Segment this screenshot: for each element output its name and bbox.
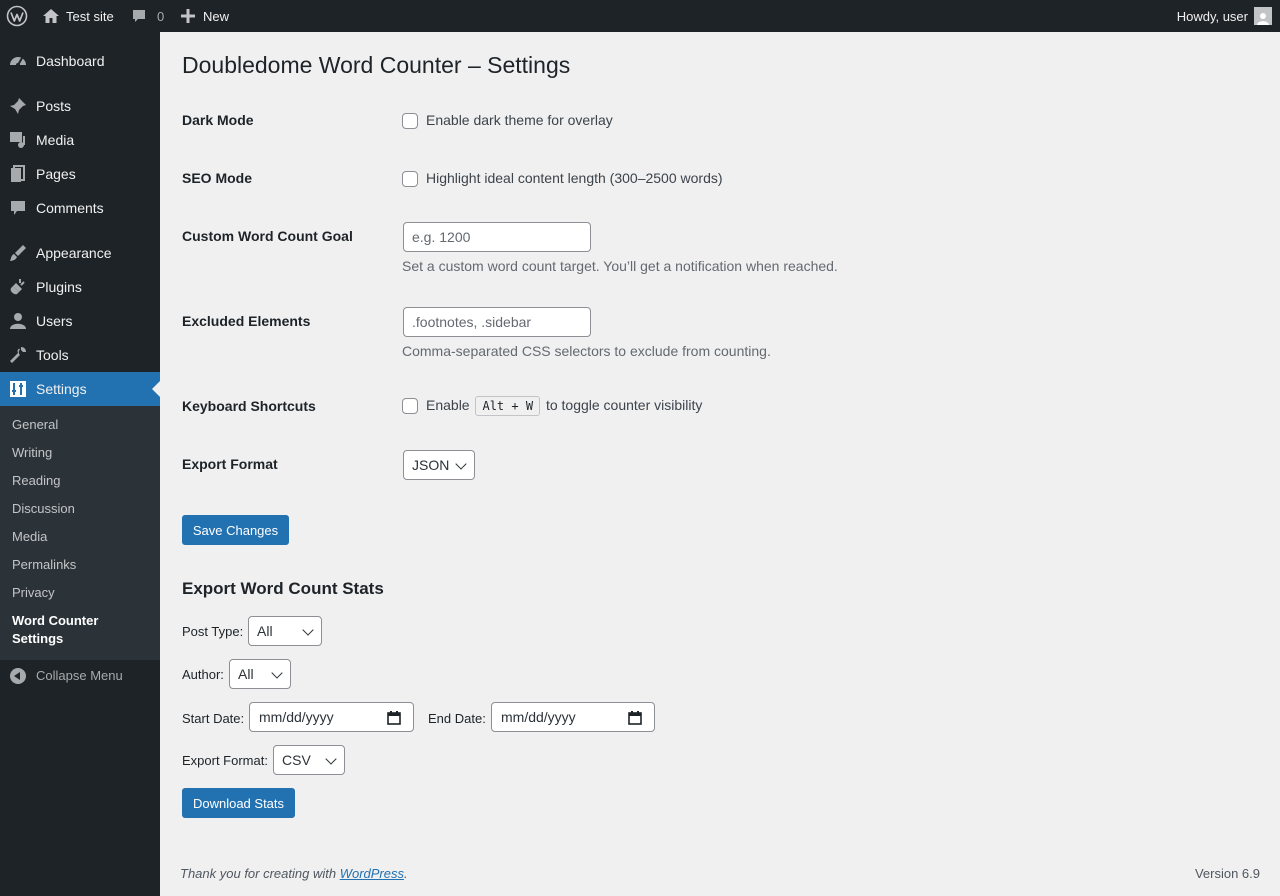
word-count-goal-label: Custom Word Count Goal <box>182 228 353 244</box>
download-stats-button[interactable]: Download Stats <box>182 788 295 818</box>
dark-mode-checkbox[interactable] <box>402 113 418 129</box>
calendar-icon <box>628 711 642 725</box>
sidebar-item-plugins[interactable]: Plugins <box>0 270 160 304</box>
export-format-label: Export Format <box>182 456 278 472</box>
submenu-privacy[interactable]: Privacy <box>12 584 55 602</box>
media-icon <box>10 132 25 148</box>
sidebar-item-tools[interactable]: Tools <box>0 338 160 372</box>
avatar <box>1254 7 1272 25</box>
sidebar-item-users[interactable]: Users <box>0 304 160 338</box>
new-content-link[interactable]: New <box>181 0 229 32</box>
chevron-down-icon <box>271 667 283 679</box>
word-count-goal-description: Set a custom word count target. You’ll g… <box>402 258 838 274</box>
start-date-input[interactable]: mm/dd/yyyy <box>249 702 414 732</box>
export-format-select[interactable]: JSON <box>403 450 475 480</box>
calendar-icon <box>387 711 401 725</box>
plus-icon <box>181 9 195 23</box>
collapse-menu-button[interactable]: Collapse Menu <box>0 664 160 688</box>
settings-icon <box>10 381 26 397</box>
excluded-elements-input[interactable] <box>403 307 591 337</box>
comment-count: 0 <box>157 8 165 24</box>
wordpress-link[interactable]: WordPress <box>340 866 404 881</box>
submenu-writing[interactable]: Writing <box>12 444 52 462</box>
brush-icon <box>10 245 26 261</box>
user-icon <box>10 313 26 329</box>
submenu-word-counter-settings[interactable]: Word Counter Settings <box>12 612 122 648</box>
keyboard-shortcuts-text: Enable Alt + W to toggle counter visibil… <box>426 396 702 416</box>
dark-mode-checkbox-text: Enable dark theme for overlay <box>426 112 613 128</box>
start-date-label: Start Date: <box>182 711 245 726</box>
stats-export-format-select[interactable]: CSV <box>273 745 345 775</box>
collapse-arrow-icon <box>10 668 26 684</box>
submenu-discussion[interactable]: Discussion <box>12 500 75 518</box>
comments-link[interactable]: 0 <box>131 0 164 32</box>
sidebar-item-settings[interactable]: Settings <box>0 372 160 406</box>
chevron-down-icon <box>455 458 467 470</box>
account-menu[interactable]: Howdy, user <box>1177 0 1272 32</box>
seo-mode-checkbox[interactable] <box>402 171 418 187</box>
post-type-select[interactable]: All <box>248 616 322 646</box>
sidebar-item-dashboard[interactable]: Dashboard <box>0 44 160 78</box>
submenu-general[interactable]: General <box>12 416 58 434</box>
author-select[interactable]: All <box>229 659 291 689</box>
comment-icon <box>11 201 25 215</box>
seo-mode-label: SEO Mode <box>182 170 253 186</box>
excluded-elements-label: Excluded Elements <box>182 313 311 329</box>
sidebar-item-posts[interactable]: Posts <box>0 89 160 123</box>
admin-sidebar: Dashboard Posts Media Pages Comments App… <box>0 32 160 896</box>
comment-bubble-icon <box>133 10 145 22</box>
stats-export-format-label: Export Format: <box>182 753 268 768</box>
sidebar-item-media[interactable]: Media <box>0 123 160 157</box>
howdy-text: Howdy, user <box>1176 8 1248 24</box>
author-label: Author: <box>182 667 224 682</box>
sidebar-item-comments[interactable]: Comments <box>0 191 160 225</box>
save-changes-button[interactable]: Save Changes <box>182 515 289 545</box>
wrench-icon <box>10 347 26 363</box>
page-title: Doubledome Word Counter – Settings <box>182 52 571 78</box>
post-type-label: Post Type: <box>182 624 244 639</box>
word-count-goal-input[interactable] <box>403 222 591 252</box>
chevron-down-icon <box>302 624 314 636</box>
dark-mode-label: Dark Mode <box>182 112 254 128</box>
footer-thanks: Thank you for creating with WordPress. <box>180 866 408 881</box>
home-icon <box>43 9 59 23</box>
keyboard-shortcuts-label: Keyboard Shortcuts <box>182 398 316 414</box>
seo-mode-checkbox-text: Highlight ideal content length (300–2500… <box>426 170 723 186</box>
submenu-reading[interactable]: Reading <box>12 472 60 490</box>
end-date-label: End Date: <box>428 711 486 726</box>
pages-icon <box>11 165 25 182</box>
sidebar-item-pages[interactable]: Pages <box>0 157 160 191</box>
site-name: Test site <box>66 8 114 24</box>
wordpress-logo-icon[interactable] <box>6 0 28 32</box>
chevron-down-icon <box>325 753 337 765</box>
settings-submenu: General Writing Reading Discussion Media… <box>0 406 160 660</box>
end-date-input[interactable]: mm/dd/yyyy <box>491 702 655 732</box>
admin-bar: Test site 0 New Howdy, user <box>0 0 1280 32</box>
export-stats-title: Export Word Count Stats <box>182 579 384 598</box>
pin-icon <box>10 98 26 114</box>
sidebar-item-appearance[interactable]: Appearance <box>0 236 160 270</box>
keyboard-shortcuts-checkbox[interactable] <box>402 398 418 414</box>
excluded-elements-description: Comma-separated CSS selectors to exclude… <box>402 343 771 359</box>
dashboard-icon <box>10 57 26 67</box>
submenu-permalinks[interactable]: Permalinks <box>12 556 76 574</box>
new-label: New <box>203 8 230 24</box>
version-text: Version 6.9 <box>1194 866 1260 881</box>
site-name-link[interactable]: Test site <box>42 0 114 32</box>
main-content: Doubledome Word Counter – Settings Dark … <box>160 32 1280 896</box>
plug-icon <box>10 279 25 295</box>
submenu-media[interactable]: Media <box>12 528 47 546</box>
shortcut-key: Alt + W <box>475 396 541 416</box>
